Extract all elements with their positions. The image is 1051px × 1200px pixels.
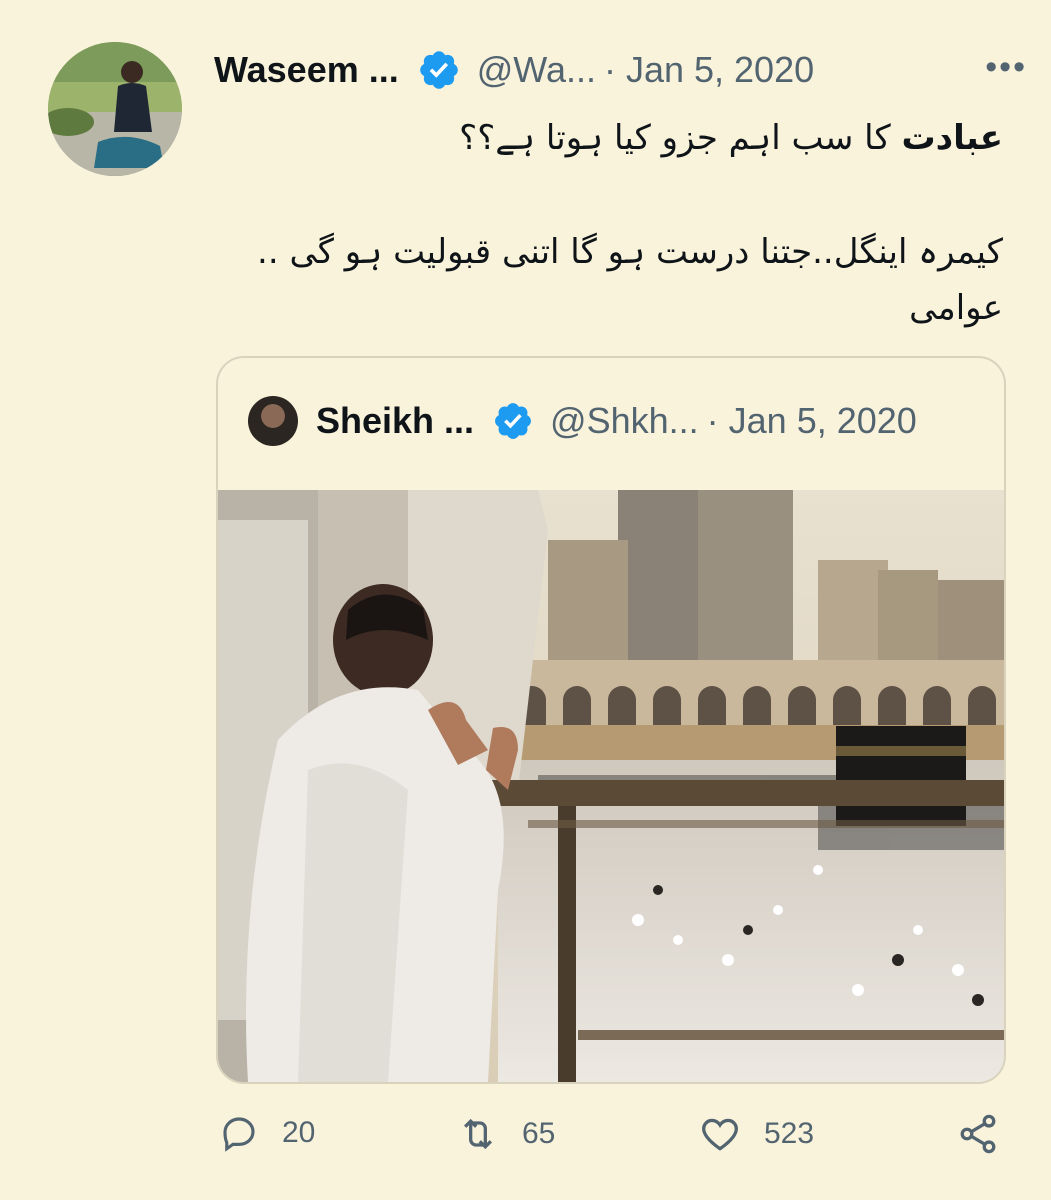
like-button[interactable]: 523 (698, 1112, 814, 1156)
quoted-tweet-photo[interactable] (218, 490, 1004, 1082)
tweet-text: عبادت کا سب اہم جزو کیا ہوتا ہے؟؟ کیمرہ … (214, 110, 1003, 336)
tweet-action-bar: 20 65 523 (0, 1112, 1051, 1172)
tweet-line-3: عوامی (909, 288, 1003, 328)
more-icon[interactable]: ••• (985, 48, 1027, 87)
tweet-line-1: عبادت کا سب اہم جزو کیا ہوتا ہے؟؟ (214, 110, 1003, 166)
author-name[interactable]: Waseem ... (214, 49, 399, 91)
author-avatar[interactable] (48, 42, 182, 176)
photo-illustration (218, 490, 1004, 1082)
retweet-button[interactable]: 65 (456, 1112, 555, 1156)
quoted-author-handle[interactable]: @Shkh... (550, 400, 699, 442)
tweet-line-1-rest: کا سب اہم جزو کیا ہوتا ہے؟؟ (459, 118, 902, 158)
retweet-count: 65 (522, 1117, 556, 1150)
verified-badge-icon (419, 51, 458, 89)
quoted-tweet-card[interactable]: Sheikh ... @Shkh... · Jan 5, 2020 (216, 356, 1006, 1084)
share-icon (960, 1114, 996, 1154)
quoted-tweet-date[interactable]: · Jan 5, 2020 (707, 400, 917, 442)
verified-badge-icon (495, 403, 531, 439)
avatar-photo (48, 42, 182, 176)
reply-icon (223, 1117, 255, 1152)
reply-count: 20 (282, 1116, 316, 1149)
tweet-date[interactable]: · Jan 5, 2020 (604, 49, 814, 91)
retweet-icon (463, 1118, 493, 1150)
tweet-bold-word: عبادت (901, 118, 1004, 158)
share-button[interactable] (956, 1112, 1022, 1156)
quoted-author-name[interactable]: Sheikh ... (316, 400, 474, 442)
tweet-header: Waseem ... @Wa... · Jan 5, 2020 ••• (214, 44, 1027, 96)
author-handle[interactable]: @Wa... (477, 49, 596, 91)
heart-icon (702, 1118, 738, 1151)
reply-button[interactable]: 20 (218, 1112, 315, 1154)
tweet-line-2: کیمرہ اینگل..جتنا درست ہو گا اتنی قبولیت… (257, 232, 1003, 272)
like-count: 523 (764, 1117, 815, 1150)
quoted-author-avatar[interactable] (248, 396, 298, 446)
quoted-tweet-header: Sheikh ... @Shkh... · Jan 5, 2020 (248, 390, 984, 452)
